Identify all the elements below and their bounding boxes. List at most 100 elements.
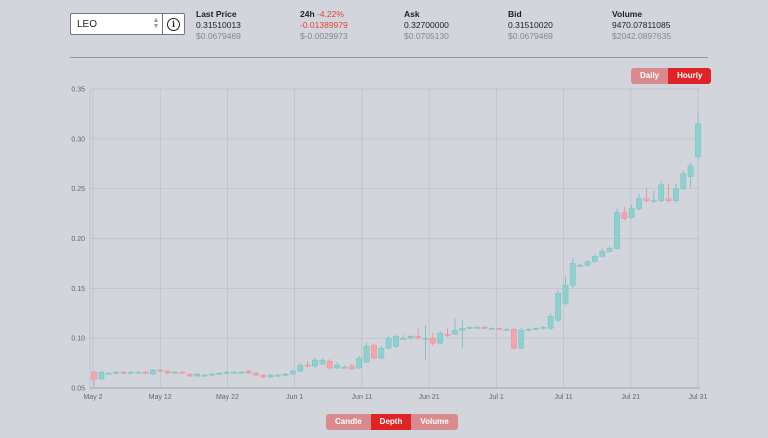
candle-body <box>201 374 208 377</box>
candle-body <box>393 335 399 347</box>
candle-body <box>673 188 679 201</box>
candle-body <box>194 373 200 377</box>
candle-body <box>650 200 657 203</box>
y-tick-label: 0.25 <box>71 186 85 193</box>
candle-body <box>503 328 510 331</box>
candle-body <box>209 373 215 376</box>
candle-body <box>91 371 97 380</box>
candle-body <box>687 165 694 177</box>
candle-body <box>481 327 488 329</box>
candle-body <box>415 335 421 339</box>
y-tick-label: 0.30 <box>71 136 85 143</box>
candle-body <box>312 359 318 367</box>
candle-body <box>319 359 326 365</box>
candle-body <box>113 371 119 374</box>
depth-button[interactable]: Depth <box>370 414 412 430</box>
candle-body <box>680 173 687 189</box>
candle-body <box>695 123 701 157</box>
candle-body <box>150 369 156 375</box>
x-tick-label: May 22 <box>216 394 239 401</box>
candle-body <box>385 337 392 349</box>
candle-body <box>547 316 554 329</box>
candle-button[interactable]: Candle <box>326 414 371 430</box>
candle-body <box>238 371 245 374</box>
candle-body <box>231 371 237 374</box>
candle-body <box>275 374 281 377</box>
candle-body <box>437 332 444 344</box>
price-chart[interactable]: 0.35 0.30 0.25 0.20 0.15 0.10 0.05May 2 May 12 M… <box>0 0 768 438</box>
candle-body <box>606 248 613 252</box>
candle-body <box>341 366 348 369</box>
candle-body <box>429 337 436 344</box>
candle-body <box>540 327 547 329</box>
candle-body <box>422 337 429 340</box>
x-tick-label: Jun 21 <box>419 394 440 401</box>
candle-body <box>290 370 296 375</box>
candle-body <box>614 212 620 249</box>
chart-view-toggle: Candle Depth Volume <box>326 414 458 430</box>
candle-body <box>496 328 502 330</box>
candle-body <box>658 184 665 201</box>
candle-body <box>223 371 230 374</box>
candle-body <box>363 345 370 363</box>
candle-body <box>334 364 340 369</box>
y-tick-label: 0.15 <box>71 286 85 293</box>
y-tick-label: 0.35 <box>71 87 85 94</box>
candle-body <box>599 251 606 257</box>
candle-body <box>282 373 289 376</box>
candle-body <box>326 360 333 369</box>
candle-body <box>378 347 385 359</box>
candle-body <box>135 371 142 374</box>
candle-body <box>120 371 127 374</box>
y-tick-label: 0.20 <box>71 236 85 243</box>
candle-body <box>267 374 274 378</box>
x-tick-label: Jul 21 <box>621 394 640 401</box>
candle-body <box>127 371 134 374</box>
candle-body <box>407 335 414 339</box>
candle-body <box>260 374 267 378</box>
candle-body <box>157 369 164 372</box>
x-tick-label: Jul 11 <box>554 394 572 401</box>
candle-body <box>459 328 466 331</box>
x-tick-label: May 12 <box>149 394 172 401</box>
candle-body <box>474 327 480 329</box>
candle-body <box>636 198 642 209</box>
y-tick-label: 0.10 <box>71 336 85 343</box>
x-tick-label: Jun 1 <box>286 394 303 401</box>
candle-body <box>577 265 583 267</box>
candle-body <box>466 327 473 329</box>
candle-body <box>555 293 561 321</box>
candle-body <box>245 370 252 374</box>
candle-body <box>592 256 598 262</box>
candle-body <box>172 371 178 374</box>
candle-body <box>452 329 458 335</box>
candle-body <box>400 337 407 340</box>
x-tick-label: May 2 <box>83 394 102 401</box>
candle-body <box>444 333 451 336</box>
candle-body <box>356 357 363 369</box>
candle-body <box>371 344 377 359</box>
x-tick-label: Jul 1 <box>489 394 504 401</box>
candle-body <box>98 371 105 380</box>
candle-body <box>533 328 539 330</box>
candle-body <box>665 198 672 201</box>
candle-body <box>304 364 311 367</box>
candle-body <box>562 285 569 304</box>
y-tick-label: 0.05 <box>71 386 85 393</box>
candle-body <box>253 372 259 376</box>
candle-body <box>179 371 186 374</box>
candle-body <box>511 328 517 349</box>
candle-body <box>186 373 193 377</box>
volume-button[interactable]: Volume <box>411 414 458 430</box>
candle-body <box>525 328 532 331</box>
candle-body <box>297 364 304 372</box>
candle-body <box>164 370 171 374</box>
x-tick-label: Jun 11 <box>352 394 373 401</box>
x-tick-label: Jul 31 <box>689 394 708 401</box>
candle-body <box>584 261 591 266</box>
candle-body <box>518 329 525 349</box>
candle-body <box>488 328 495 330</box>
candle-body <box>643 198 650 201</box>
candle-body <box>105 372 112 375</box>
candle-body <box>216 372 223 375</box>
